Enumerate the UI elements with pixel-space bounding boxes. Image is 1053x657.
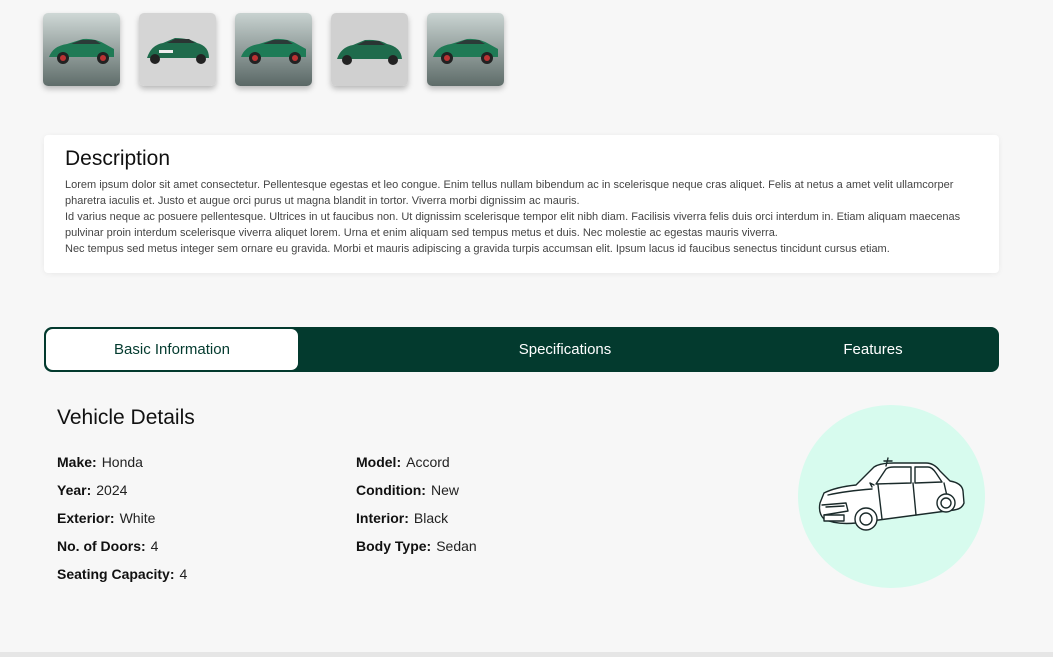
detail-label: Seating Capacity:	[57, 566, 175, 582]
thumbnail-1[interactable]	[43, 13, 120, 86]
detail-model: Model: Accord	[356, 452, 477, 480]
detail-value: Black	[413, 510, 449, 526]
description-paragraph-3: Nec tempus sed metus integer sem ornare …	[65, 243, 890, 255]
car-side-photo-icon	[235, 13, 312, 86]
car-side-photo-icon	[427, 13, 504, 86]
detail-make: Make: Honda	[57, 452, 187, 480]
tab-specifications[interactable]: Specifications	[424, 329, 706, 370]
description-title: Description	[65, 147, 171, 170]
tab-features[interactable]: Features	[744, 329, 1002, 370]
vehicle-details-title: Vehicle Details	[57, 406, 195, 429]
detail-value: Honda	[101, 454, 143, 470]
detail-value: 2024	[96, 482, 128, 498]
detail-label: Model:	[356, 454, 402, 470]
detail-value: White	[119, 510, 156, 526]
detail-label: Make:	[57, 454, 97, 470]
vehicle-details-left-column: Make: Honda Year: 2024 Exterior: White No. …	[57, 452, 187, 592]
detail-label: Body Type:	[356, 538, 432, 554]
detail-seating: Seating Capacity: 4	[57, 564, 187, 592]
detail-body-type: Body Type: Sedan	[356, 536, 477, 564]
thumbnail-2[interactable]	[139, 13, 216, 86]
car-front-photo-icon	[139, 13, 216, 86]
tab-basic-information[interactable]: Basic Information	[46, 329, 298, 370]
detail-doors: No. of Doors: 4	[57, 536, 187, 564]
detail-label: Interior:	[356, 510, 409, 526]
thumbnail-4[interactable]	[331, 13, 408, 86]
car-front-photo-icon	[331, 13, 408, 86]
thumbnail-5[interactable]	[427, 13, 504, 86]
image-gallery	[43, 13, 504, 86]
detail-value: 4	[179, 566, 188, 582]
detail-condition: Condition: New	[356, 480, 477, 508]
footer-divider	[0, 652, 1053, 657]
details-tabs: Basic Information Specifications Feature…	[44, 327, 999, 372]
detail-label: Condition:	[356, 482, 426, 498]
description-paragraph-2: Id varius neque ac posuere pellentesque.…	[65, 211, 961, 239]
detail-year: Year: 2024	[57, 480, 187, 508]
detail-label: Exterior:	[57, 510, 115, 526]
detail-interior: Interior: Black	[356, 508, 477, 536]
vehicle-illustration	[798, 405, 985, 588]
detail-exterior: Exterior: White	[57, 508, 187, 536]
detail-value: Sedan	[436, 538, 477, 554]
description-paragraph-1: Lorem ipsum dolor sit amet consectetur. …	[65, 179, 954, 207]
sedan-line-art-icon	[818, 457, 965, 531]
vehicle-details-right-column: Model: Accord Condition: New Interior: Blac…	[356, 452, 477, 564]
description-card: Description Lorem ipsum dolor sit amet c…	[44, 135, 999, 273]
detail-value: New	[430, 482, 459, 498]
detail-label: Year:	[57, 482, 92, 498]
detail-value: Accord	[406, 454, 450, 470]
thumbnail-3[interactable]	[235, 13, 312, 86]
car-side-photo-icon	[43, 13, 120, 86]
detail-value: 4	[150, 538, 159, 554]
detail-label: No. of Doors:	[57, 538, 146, 554]
